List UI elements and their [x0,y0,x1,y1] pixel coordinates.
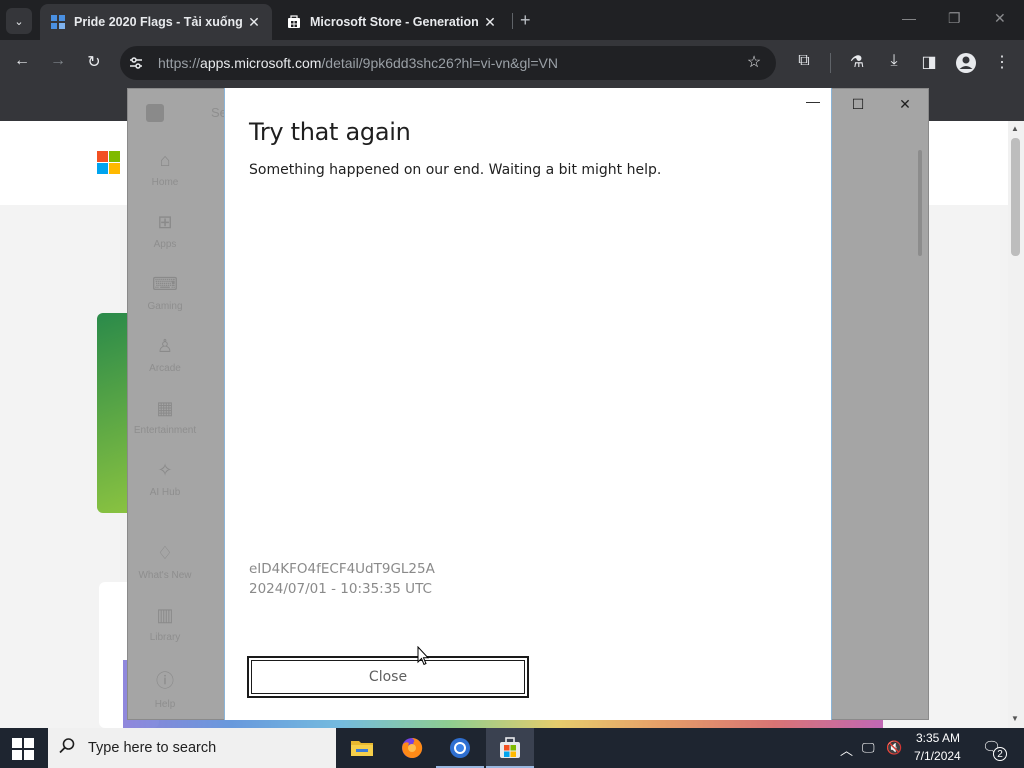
nav-label: Entertainment [133,425,197,436]
bookmark-star-icon[interactable]: ☆ [743,52,765,72]
nav-whats-new[interactable]: ♢ What's New [128,543,202,581]
download-icon[interactable]: ⤓ [883,52,905,70]
search-icon [59,738,75,754]
store-icon [500,737,520,758]
gamepad-icon: ⌨ [152,274,178,294]
nav-library[interactable]: ▥ Library [128,605,202,643]
error-timestamp: 2024/07/01 - 10:35:35 UTC [249,581,432,597]
nav-label: Arcade [149,363,181,374]
taskbar-microsoft-store[interactable] [486,728,534,768]
nav-label: Help [154,699,176,710]
nav-ai-hub[interactable]: ✧ AI Hub [128,460,202,498]
film-icon: ▦ [156,398,174,418]
nav-label: AI Hub [149,487,181,498]
forward-icon[interactable]: → [47,52,69,70]
show-hidden-icons-chevron-icon[interactable]: ︿ [840,740,853,759]
library-icon: ▥ [156,605,174,625]
reload-icon[interactable]: ↻ [83,52,105,72]
nav-label: What's New [138,570,192,581]
clock-time[interactable]: 3:35 AM [916,731,960,745]
nav-gaming[interactable]: ⌨ Gaming [128,274,202,312]
nav-label: Home [151,177,179,188]
tab-title: Pride 2020 Flags - Tải xuống v [74,15,246,29]
help-icon: ⓘ [156,671,174,691]
tab-separator [512,13,513,29]
store-scrollbar-thumb[interactable] [918,150,922,256]
taskbar-chrome[interactable] [436,728,484,768]
nav-label: Apps [153,239,177,250]
tab-pride-flags[interactable]: Pride 2020 Flags - Tải xuống v ✕ [40,4,272,40]
store-favicon-icon [288,15,300,28]
profile-avatar-icon[interactable] [955,52,977,74]
taskbar-file-explorer[interactable] [338,728,386,768]
back-icon[interactable]: ← [11,52,33,70]
notification-count-badge: 2 [993,747,1007,761]
new-tab-icon[interactable]: + [520,10,531,31]
joystick-icon: ♙ [156,336,174,356]
mouse-pointer-icon [417,646,429,666]
close-tab-icon[interactable]: ✕ [246,14,262,31]
browser-restore-icon[interactable]: ❐ [948,10,961,27]
url-host: apps.microsoft.com [200,55,322,71]
close-button-label: Close [368,669,408,685]
nav-entertainment[interactable]: ▦ Entertainment [128,398,202,436]
apps-icon: ⊞ [157,212,173,232]
nav-arcade[interactable]: ♙ Arcade [128,336,202,374]
url-path: /detail/9pk6dd3shc26?hl=vi-vn&gl=VN [321,55,559,71]
dialog-title: Try that again [249,118,411,146]
folder-icon [351,741,373,756]
store-minimize-icon[interactable]: — [803,93,823,109]
nav-apps[interactable]: ⊞ Apps [128,212,202,250]
chevron-down-icon: ⌄ [14,15,24,28]
microsoft-logo[interactable] [97,151,121,175]
store-app-icon [146,104,164,122]
firefox-icon [402,737,423,758]
close-tab-icon[interactable]: ✕ [482,14,498,31]
tab-title: Microsoft Store - Generation P [310,15,482,29]
nav-home[interactable]: ⌂ Home [128,150,202,188]
error-code: eID4KFO4fECF4UdT9GL25A [249,561,435,577]
home-icon: ⌂ [159,150,171,170]
clock-date[interactable]: 7/1/2024 [914,749,961,763]
taskbar-firefox[interactable] [388,728,436,768]
tab-search-button[interactable]: ⌄ [6,8,32,34]
volume-muted-icon[interactable]: 🔇 [886,740,902,756]
browser-close-icon[interactable]: ✕ [994,10,1006,27]
url-text[interactable]: https://apps.microsoft.com/detail/9pk6dd… [158,55,558,71]
bell-icon: ♢ [156,543,174,563]
dialog-message: Something happened on our end. Waiting a… [249,162,662,178]
nav-label: Gaming [147,301,183,312]
store-maximize-icon[interactable]: ☐ [848,96,868,113]
scroll-up-icon[interactable]: ▲ [1011,124,1019,133]
browser-menu-icon[interactable]: ⋮ [991,52,1013,72]
extensions-icon[interactable]: ⧉ [793,52,815,70]
store-close-icon[interactable]: ✕ [895,96,915,113]
toolbar-separator [830,53,831,73]
labs-flask-icon[interactable]: ⚗ [846,52,868,72]
browser-minimize-icon[interactable]: — [902,10,916,26]
windows-start-icon[interactable] [12,738,34,760]
page-scrollbar-thumb[interactable] [1011,138,1020,256]
site-info-icon[interactable] [128,55,144,71]
chrome-icon [450,738,470,758]
scroll-down-icon[interactable]: ▼ [1011,714,1019,723]
error-dialog [224,88,832,720]
url-scheme: https:// [158,55,201,71]
nav-label: Library [149,632,181,643]
nav-help[interactable]: ⓘ Help [128,667,202,710]
ai-sparkle-icon: ✧ [157,460,173,480]
side-panel-icon[interactable]: ◨ [918,52,940,72]
tab-microsoft-store[interactable]: Microsoft Store - Generation P ✕ [276,4,508,40]
taskbar-search-placeholder: Type here to search [88,740,217,756]
close-button[interactable]: Close [247,656,529,698]
network-icon[interactable]: 🖵 [862,740,875,756]
grid-favicon-icon [51,15,65,29]
